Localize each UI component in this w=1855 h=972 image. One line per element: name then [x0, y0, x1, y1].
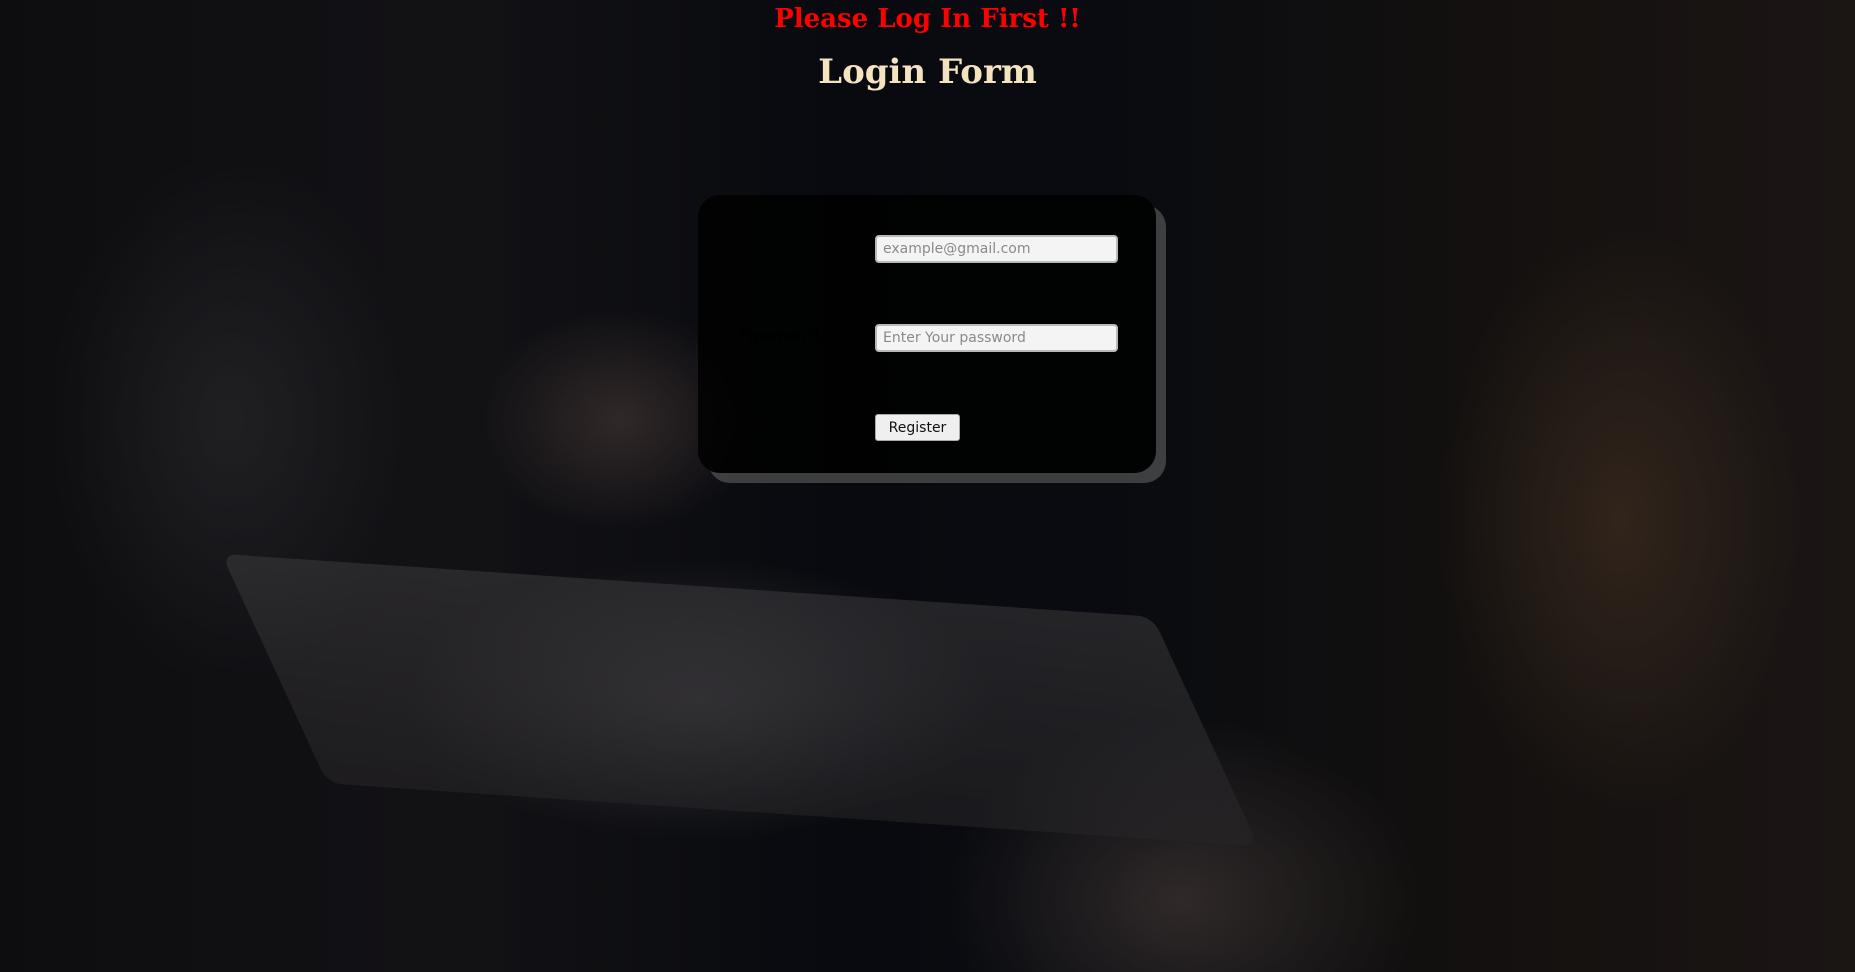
register-button[interactable]: Register: [875, 414, 960, 441]
email-field[interactable]: [875, 235, 1118, 263]
password-field[interactable]: [875, 324, 1118, 352]
password-label: Password: [738, 326, 821, 346]
page-title: Login Form: [818, 52, 1037, 92]
background-overlay: [0, 0, 1855, 972]
login-page: Please Log In First !! Login Form Passwo…: [0, 0, 1855, 972]
login-form: Password Register: [698, 195, 1156, 473]
login-required-alert: Please Log In First !!: [774, 4, 1081, 34]
